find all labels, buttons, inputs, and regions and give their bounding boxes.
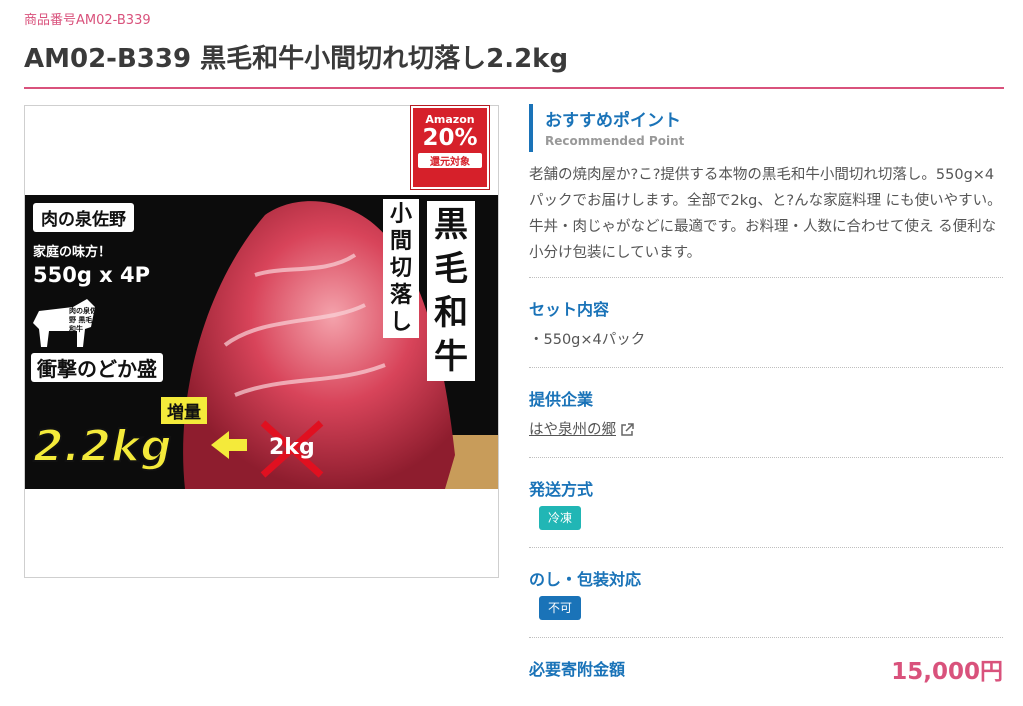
vertical-big-text: 黒毛和牛 — [427, 201, 475, 381]
pack-size-text: 550g x 4P — [33, 263, 151, 287]
vertical-small-text: 小間切落し — [383, 199, 419, 338]
set-contents-text: ・550g×4パック — [529, 332, 646, 348]
family-taste-text: 家庭の味方！ — [33, 245, 112, 260]
noshi-tag: 不可 — [539, 596, 582, 620]
product-code-label: 商品番号AM02-B339 — [24, 13, 151, 28]
company-heading: 提供企業 — [529, 390, 594, 409]
shipping-heading: 発送方式 — [529, 480, 594, 499]
recommended-subtitle: Recommended Point — [545, 134, 685, 148]
headline-text: 衝撃のどか盛 — [31, 353, 163, 382]
badge-percent-text: 20% — [422, 125, 478, 151]
cow-caption-text: 肉の泉佐野 黒毛和牛 — [69, 307, 97, 333]
recommended-title: おすすめポイント — [545, 111, 681, 131]
recommended-description: 老舗の焼肉屋か?こ?提供する本物の黒毛和牛小間切れ切落し。550g×4パックでお… — [529, 167, 1002, 261]
donation-heading: 必要寄附金額 — [529, 660, 626, 679]
noshi-heading: のし・包装対応 — [529, 570, 642, 589]
title-divider — [24, 87, 1004, 89]
section-divider — [529, 457, 1003, 458]
weight-text: 2.2kg — [32, 420, 173, 473]
section-divider — [529, 367, 1003, 368]
shipping-tag: 冷凍 — [539, 506, 582, 530]
product-image: 肉の泉佐野 家庭の味方！ 550g x 4P 肉の泉佐野 黒毛和牛 衝撃のどか盛… — [25, 195, 498, 489]
amazon-badge: Amazon 20% 還元対象 — [411, 106, 489, 189]
shop-name-text: 肉の泉佐野 — [33, 203, 134, 232]
product-image-frame: Amazon 20% 還元対象 肉の泉佐野 家庭の味方！ 550g x 4P 肉… — [24, 105, 499, 578]
product-title: AM02-B339 黒毛和牛小間切れ切落し2.2kg — [24, 44, 569, 74]
recommended-point-header: おすすめポイント Recommended Point — [529, 104, 1008, 152]
company-link[interactable]: はや泉州の郷 — [529, 418, 634, 439]
increase-text: 増量 — [161, 397, 207, 424]
external-link-icon — [621, 423, 634, 436]
old-weight-text: 2kg — [269, 435, 315, 460]
set-contents-heading: セット内容 — [529, 300, 610, 319]
section-divider — [529, 277, 1003, 278]
section-divider — [529, 637, 1003, 638]
badge-cashback-text: 還元対象 — [418, 153, 482, 168]
section-divider — [529, 547, 1003, 548]
donation-price: 15,000円 — [891, 659, 1003, 685]
company-name[interactable]: はや泉州の郷 — [529, 422, 616, 438]
